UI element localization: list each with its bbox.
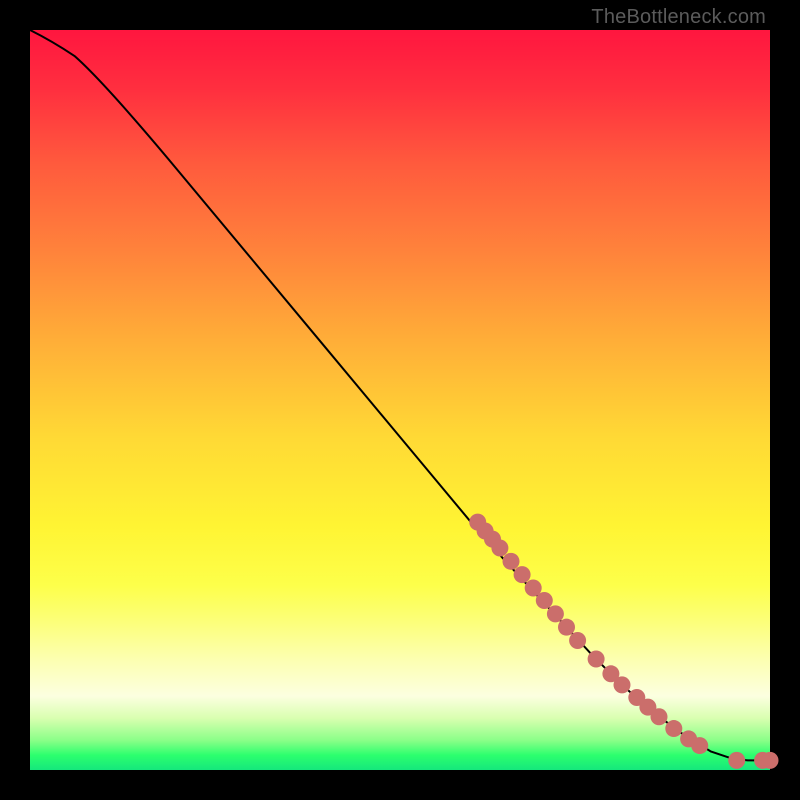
chart-point: [514, 566, 531, 583]
chart-point: [728, 752, 745, 769]
chart-svg: [30, 30, 770, 770]
chart-point: [569, 632, 586, 649]
chart-point: [491, 540, 508, 557]
chart-point: [558, 619, 575, 636]
chart-curve: [30, 30, 770, 760]
chart-points-group: [469, 514, 778, 769]
chart-point: [651, 708, 668, 725]
chart-stage: TheBottleneck.com: [0, 0, 800, 800]
chart-point: [762, 752, 779, 769]
chart-point: [665, 720, 682, 737]
chart-point: [536, 592, 553, 609]
chart-point: [503, 553, 520, 570]
chart-point: [614, 676, 631, 693]
chart-point: [588, 651, 605, 668]
chart-point: [691, 737, 708, 754]
watermark-text: TheBottleneck.com: [591, 6, 766, 29]
chart-plot-area: [30, 30, 770, 770]
chart-point: [547, 605, 564, 622]
